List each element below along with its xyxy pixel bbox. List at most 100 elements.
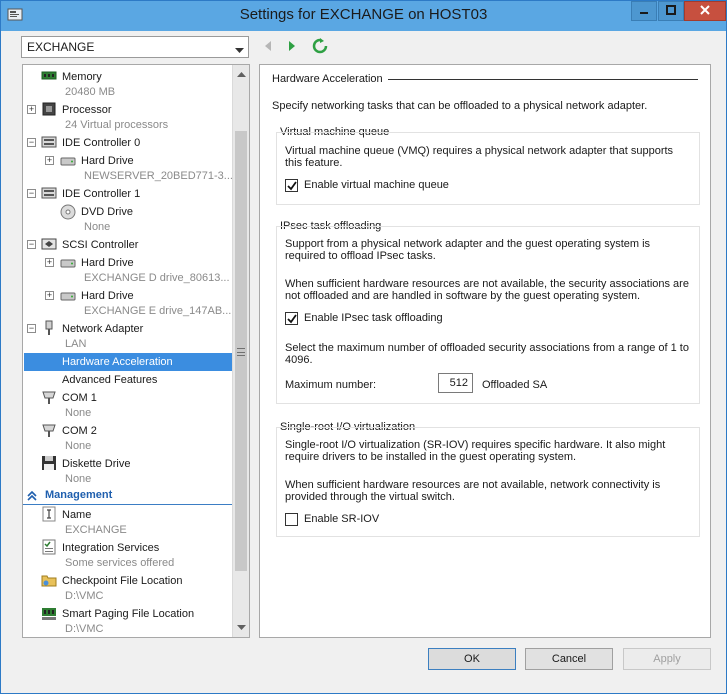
enable-vmq-checkbox[interactable] (285, 179, 298, 192)
tree-item-memory-detail: 20480 MB (65, 86, 116, 98)
refresh-icon[interactable] (312, 38, 328, 54)
tree-item-scsi-hard-drive-1-detail: EXCHANGE D drive_80613... (84, 272, 230, 284)
tree-item-scsi-hard-drive-2-detail: EXCHANGE E drive_147AB... (84, 305, 232, 317)
tree-item-dvd-drive[interactable]: DVD Drive (81, 204, 133, 220)
expand-processor-icon[interactable]: + (27, 105, 36, 114)
management-label: Management (45, 489, 113, 501)
tree-item-com1[interactable]: COM 1 (62, 390, 97, 406)
ipsec-description-2: When sufficient hardware resources are n… (285, 278, 689, 302)
settings-window: Settings for EXCHANGE on HOST03 EXCHANGE… (0, 0, 727, 694)
title-bar[interactable]: Settings for EXCHANGE on HOST03 (1, 1, 726, 31)
tree-item-processor[interactable]: Processor (62, 102, 112, 118)
memory-icon (41, 68, 57, 84)
enable-ipsec-checkbox[interactable] (285, 312, 298, 325)
hard-drive-icon (60, 153, 76, 169)
settings-detail-panel: Hardware Acceleration Specify networking… (259, 64, 711, 638)
tree-item-scsi-controller[interactable]: SCSI Controller (62, 237, 138, 253)
name-icon (41, 506, 57, 522)
tree-item-processor-detail: 24 Virtual processors (65, 119, 169, 131)
collapse-network-adapter-icon[interactable]: − (27, 324, 36, 333)
vm-select-dropdown[interactable]: EXCHANGE (21, 36, 249, 58)
enable-vmq-label[interactable]: Enable virtual machine queue (304, 179, 449, 191)
max-offloaded-sa-input[interactable]: 512 (438, 373, 473, 393)
expand-scsi-hdd1-icon[interactable]: + (45, 258, 54, 267)
tree-item-ide1[interactable]: IDE Controller 1 (62, 186, 140, 202)
back-arrow-icon[interactable] (260, 38, 276, 54)
ipsec-description-3: Select the maximum number of offloaded s… (285, 342, 689, 366)
tree-item-network-adapter[interactable]: Network Adapter (62, 321, 143, 337)
tree-item-diskette-drive-detail: None (65, 473, 92, 485)
collapse-double-chevron-icon (27, 490, 37, 504)
tree-item-com2[interactable]: COM 2 (62, 423, 97, 439)
tree-item-advanced-features[interactable]: Advanced Features (62, 372, 157, 388)
max-number-label: Maximum number: (285, 379, 377, 391)
tree-item-name[interactable]: Name (62, 507, 91, 523)
tree-item-ide0[interactable]: IDE Controller 0 (62, 135, 140, 151)
expand-ide0-hdd-icon[interactable]: + (45, 156, 54, 165)
tree-item-smart-paging-file-location[interactable]: Smart Paging File Location (62, 606, 194, 622)
forward-arrow-icon[interactable] (284, 38, 300, 54)
tree-item-smart-paging-file-location-detail: D:\VMC (65, 623, 104, 635)
collapse-ide0-icon[interactable]: − (27, 138, 36, 147)
network-adapter-icon (41, 320, 57, 336)
tree-item-com2-detail: None (65, 440, 92, 452)
ipsec-description-1: Support from a physical network adapter … (285, 238, 651, 262)
collapse-scsi-icon[interactable]: − (27, 240, 36, 249)
tree-item-checkpoint-file-location-detail: D:\VMC (65, 590, 104, 602)
close-icon (699, 4, 711, 19)
scsi-controller-icon (41, 236, 57, 252)
tree-item-integration-services-detail: Some services offered (65, 557, 175, 569)
scroll-down-icon[interactable] (234, 621, 248, 635)
enable-sriov-label[interactable]: Enable SR-IOV (304, 513, 379, 525)
sriov-description-1: Single-root I/O virtualization (SR-IOV) … (285, 439, 666, 463)
collapse-ide1-icon[interactable]: − (27, 189, 36, 198)
tree-item-network-adapter-detail: LAN (65, 338, 87, 350)
tree-item-memory[interactable]: Memory (62, 69, 102, 85)
window-title: Settings for EXCHANGE on HOST03 (239, 6, 488, 23)
enable-ipsec-label[interactable]: Enable IPsec task offloading (304, 312, 443, 324)
chevron-down-icon (235, 43, 244, 57)
hardware-tree: Memory 20480 MB + Processor 24 Virtual p… (22, 64, 250, 638)
offloaded-sa-suffix: Offloaded SA (482, 379, 548, 391)
tree-item-scsi-hard-drive-1[interactable]: Hard Drive (81, 255, 134, 271)
minimize-icon (639, 5, 649, 18)
tree-item-dvd-drive-detail: None (84, 221, 111, 233)
tree-item-scsi-hard-drive-2[interactable]: Hard Drive (81, 288, 134, 304)
enable-sriov-checkbox[interactable] (285, 513, 298, 526)
smart-paging-icon (41, 605, 57, 621)
ok-button[interactable]: OK (428, 648, 516, 670)
tree-scrollbar[interactable] (232, 65, 249, 637)
com-port-icon (41, 389, 57, 405)
hard-drive-icon (60, 288, 76, 304)
tree-item-name-detail: EXCHANGE (65, 524, 127, 536)
checkmark-icon (287, 181, 297, 191)
scroll-up-icon[interactable] (234, 67, 248, 81)
vmq-description: Virtual machine queue (VMQ) requires a p… (285, 145, 674, 169)
tree-item-ide0-hard-drive-detail: NEWSERVER_20BED771-3... (84, 170, 233, 182)
expand-scsi-hdd2-icon[interactable]: + (45, 291, 54, 300)
section-description: Specify networking tasks that can be off… (272, 100, 648, 112)
maximize-icon (666, 4, 676, 18)
hard-drive-icon (60, 255, 76, 271)
maximize-button[interactable] (658, 1, 684, 21)
tree-item-hardware-acceleration[interactable]: Hardware Acceleration (62, 354, 173, 370)
ide-controller-icon (41, 185, 57, 201)
sriov-description-2: When sufficient hardware resources are n… (285, 479, 661, 503)
tree-item-com1-detail: None (65, 407, 92, 419)
checkpoint-folder-icon (41, 572, 57, 588)
ide-controller-icon (41, 134, 57, 150)
tree-item-diskette-drive[interactable]: Diskette Drive (62, 456, 130, 472)
processor-icon (41, 101, 57, 117)
tree-item-ide0-hard-drive[interactable]: Hard Drive (81, 153, 134, 169)
minimize-button[interactable] (631, 1, 657, 21)
tree-item-integration-services[interactable]: Integration Services (62, 540, 159, 556)
management-section-header[interactable]: Management (23, 488, 233, 505)
close-button[interactable] (684, 1, 726, 21)
dvd-drive-icon (60, 204, 76, 220)
vm-select-value: EXCHANGE (27, 40, 95, 54)
cancel-button[interactable]: Cancel (525, 648, 613, 670)
tree-item-checkpoint-file-location[interactable]: Checkpoint File Location (62, 573, 182, 589)
checkmark-icon (287, 314, 297, 324)
section-title-rule (388, 79, 698, 80)
apply-button[interactable]: Apply (623, 648, 711, 670)
